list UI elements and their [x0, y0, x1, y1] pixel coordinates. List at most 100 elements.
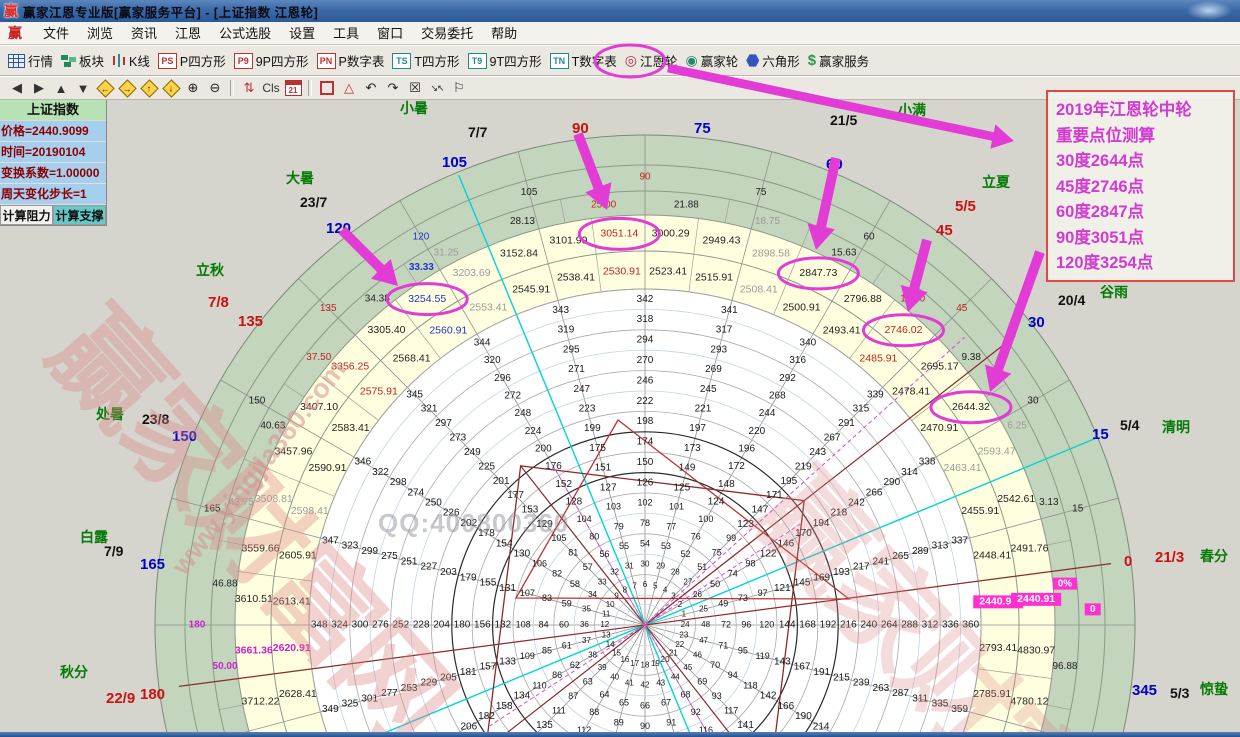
cls-button[interactable]: Cls	[261, 79, 281, 97]
price-add-cell: 2470.91	[920, 422, 958, 434]
zoom-in-button[interactable]: ⊕	[183, 79, 203, 97]
wheel-number: 154	[496, 538, 513, 549]
wheel-number: 215	[833, 672, 850, 683]
wheel-number: 56	[599, 549, 609, 559]
pan-left-button[interactable]: ←	[95, 79, 115, 97]
price-add-cell: 2485.91	[859, 353, 897, 365]
wheel-number: 88	[589, 707, 599, 717]
price-add-cell: 2523.41	[649, 266, 687, 278]
rotate-cw-button[interactable]: ↷	[383, 79, 403, 97]
separator	[308, 80, 312, 96]
hexagon-icon	[746, 54, 759, 67]
converge-button[interactable]: ↘↖	[427, 79, 447, 97]
price-add-cell-opposite: 2620.91	[273, 642, 311, 654]
menu-item-4[interactable]: 公式选股	[210, 24, 280, 43]
wheel-number: 198	[637, 416, 654, 427]
menu-item-7[interactable]: 窗口	[368, 24, 412, 43]
wheel-number: 92	[691, 707, 701, 717]
wheel-number: 39	[598, 663, 607, 672]
ts-badge-icon: TS	[392, 53, 411, 69]
pointer-flag-button[interactable]: ⚐	[449, 79, 469, 97]
t-square-button[interactable]: TST四方形	[392, 51, 459, 70]
menu-item-5[interactable]: 设置	[280, 24, 324, 43]
9t-square-button[interactable]: T99T四方形	[468, 51, 542, 70]
wheel-number: 35	[582, 604, 591, 613]
annotation-line-5: 90度3051点	[1056, 226, 1225, 252]
wheel-number: 275	[381, 551, 398, 562]
menu-item-3[interactable]: 江恩	[166, 24, 210, 43]
wheel-number: 63	[583, 677, 593, 687]
winner-service-button[interactable]: $赢家服务	[808, 51, 869, 70]
price-mult-cell: 2746.02	[884, 324, 922, 336]
wheel-number: 220	[749, 426, 766, 437]
wheel-number: 32	[610, 568, 619, 577]
wheel-number: 242	[848, 498, 865, 509]
price-add-cell: 2590.91	[309, 462, 347, 474]
nav-down-button[interactable]: ▼	[73, 79, 93, 97]
t-table-button[interactable]: TNT数字表	[550, 51, 617, 70]
wheel-number: 47	[699, 636, 708, 645]
wheel-number: 248	[515, 408, 532, 419]
wheel-number: 55	[619, 541, 629, 551]
p-square-button[interactable]: PSP四方形	[158, 51, 226, 70]
wheel-number: 28	[671, 568, 680, 577]
wheel-number: 196	[738, 443, 755, 454]
wheel-number: 317	[716, 325, 733, 336]
scale-button[interactable]: ⇅	[239, 79, 259, 97]
percent-cell-opposite: 50.00	[213, 661, 238, 672]
menu-item-6[interactable]: 工具	[324, 24, 368, 43]
sectors-button[interactable]: 板块	[61, 51, 104, 70]
degree-cell-current: 0	[1090, 604, 1096, 615]
calc-resistance-button[interactable]: 计算阻力	[0, 205, 53, 225]
calendar-button[interactable]: 21	[283, 79, 303, 97]
menu-item-8[interactable]: 交易委托	[412, 24, 482, 43]
nav-up-button[interactable]: ▲	[51, 79, 71, 97]
price-add-cell: 2583.41	[332, 422, 370, 434]
wheel-number: 80	[589, 532, 599, 542]
wheel-number: 29	[656, 562, 665, 571]
hexagon-button[interactable]: 六角形	[746, 51, 800, 70]
sectors-button-label: 板块	[79, 51, 104, 70]
price-mult-cell-opposite: 3661.36	[235, 644, 273, 656]
kline-button-label: K线	[129, 51, 150, 70]
wheel-number: 301	[361, 693, 378, 704]
wheel-number: 132	[494, 620, 511, 631]
wheel-number: 322	[372, 467, 389, 478]
nav-right-button[interactable]: ▶	[29, 79, 49, 97]
menu-item-9[interactable]: 帮助	[482, 24, 526, 43]
winner-wheel-button[interactable]: ◉赢家轮	[685, 51, 738, 70]
menu-item-2[interactable]: 资讯	[122, 24, 166, 43]
quotes-button[interactable]: 行情	[8, 51, 53, 70]
zoom-out-button[interactable]: ⊖	[205, 79, 225, 97]
pan-right-button[interactable]: →	[117, 79, 137, 97]
wheel-number: 341	[721, 305, 738, 316]
wheel-number: 172	[728, 461, 745, 472]
kline-button[interactable]: K线	[112, 51, 150, 70]
price-add-cell: 2575.91	[360, 385, 398, 397]
p-table-button[interactable]: PNP数字表	[317, 51, 385, 70]
price-add-cell: 2455.91	[961, 505, 999, 517]
triangle-tool-button[interactable]: △	[339, 79, 359, 97]
menu-item-0[interactable]: 文件	[34, 24, 78, 43]
price-mult-cell: 2898.58	[752, 248, 790, 260]
wheel-number: 200	[535, 443, 552, 454]
wheel-number: 98	[745, 558, 755, 568]
menu-item-1[interactable]: 浏览	[78, 24, 122, 43]
calc-support-button[interactable]: 计算支撑	[53, 205, 106, 225]
pan-up-button[interactable]: ↑	[139, 79, 159, 97]
rotate-ccw-button[interactable]: ↶	[361, 79, 381, 97]
pan-down-button[interactable]: ↓	[161, 79, 181, 97]
wheel-number: 170	[795, 528, 812, 539]
gann-wheel-button[interactable]: ◎江恩轮	[625, 51, 678, 70]
wheel-number: 225	[478, 461, 495, 472]
nav-left-button[interactable]: ◀	[7, 79, 27, 97]
wheel-number: 263	[873, 683, 890, 694]
wheel-number: 85	[542, 646, 552, 656]
9p-square-button[interactable]: P99P四方形	[234, 51, 309, 70]
square-tool-button[interactable]	[317, 79, 337, 97]
wheel-number: 247	[573, 384, 590, 395]
instrument-panel: 上证指数 价格=2440.9099时间=20190104变换系数=1.00000…	[0, 100, 107, 226]
delete-box-button[interactable]: ☒	[405, 79, 425, 97]
price-add-cell: 2553.41	[469, 301, 507, 313]
percent-cell-current: 0%	[1058, 578, 1073, 589]
